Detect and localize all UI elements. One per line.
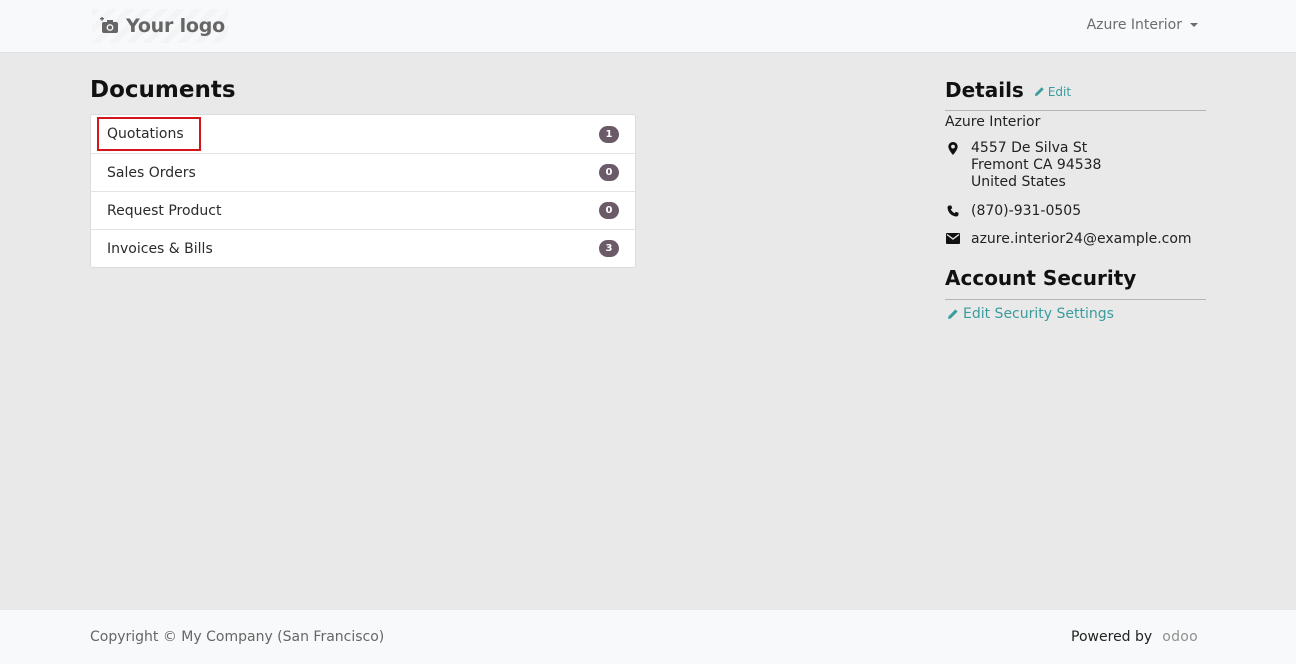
list-item-request-product[interactable]: Request Product 0 <box>91 191 635 229</box>
edit-security-settings-link[interactable]: Edit Security Settings <box>947 306 1114 322</box>
list-item-label: Quotations <box>107 126 184 142</box>
count-badge: 1 <box>599 125 619 143</box>
edit-label: Edit <box>1047 84 1072 99</box>
documents-list: Quotations 1 Sales Orders 0 Request Prod… <box>90 114 636 268</box>
edit-security-label: Edit Security Settings <box>963 306 1114 322</box>
list-item-label: Sales Orders <box>107 164 196 181</box>
map-marker-icon <box>948 142 958 155</box>
pencil-icon <box>1034 87 1044 97</box>
copyright-text: Copyright © My Company (San Francisco) <box>90 629 385 645</box>
envelope-icon <box>946 233 960 244</box>
company-logo[interactable]: Your logo <box>92 9 228 43</box>
footer: Copyright © My Company (San Francisco) P… <box>0 610 1296 664</box>
address-line: United States <box>971 174 1066 190</box>
list-item-label: Request Product <box>107 202 222 219</box>
caret-down-icon <box>1190 23 1198 27</box>
top-navbar: Your logo Azure Interior <box>0 0 1296 53</box>
logo-text: Your logo <box>126 15 225 37</box>
details-divider <box>945 110 1206 111</box>
email-address: azure.interior24@example.com <box>971 231 1192 247</box>
powered-by: Powered by odoo <box>1071 629 1198 645</box>
edit-details-link[interactable]: Edit <box>1034 85 1071 99</box>
list-item-sales-orders[interactable]: Sales Orders 0 <box>91 153 635 191</box>
phone-number: (870)-931-0505 <box>971 203 1082 219</box>
address-block: 4557 De Silva St Fremont CA 94538 United… <box>945 140 1101 191</box>
account-security-title: Account Security <box>945 266 1137 290</box>
company-name: Azure Interior <box>945 114 1041 130</box>
phone-icon <box>947 205 959 217</box>
count-badge: 0 <box>599 164 619 181</box>
count-badge: 0 <box>599 202 619 219</box>
list-item-label: Invoices & Bills <box>107 240 213 257</box>
phone-row: (870)-931-0505 <box>945 203 1081 219</box>
details-title: Details <box>945 78 1024 102</box>
documents-title: Documents <box>90 77 236 103</box>
count-badge: 3 <box>599 240 619 257</box>
user-menu-dropdown[interactable]: Azure Interior <box>1087 17 1198 33</box>
powered-by-label: Powered by <box>1071 629 1153 645</box>
address-line: Fremont CA 94538 <box>971 157 1102 173</box>
list-item-quotations[interactable]: Quotations 1 <box>91 115 635 153</box>
odoo-logo[interactable]: odoo <box>1162 629 1198 645</box>
address-line: 4557 De Silva St <box>971 140 1088 156</box>
pencil-icon <box>948 309 958 319</box>
camera-icon <box>100 17 118 33</box>
email-row: azure.interior24@example.com <box>945 231 1192 247</box>
security-divider <box>945 299 1206 300</box>
list-item-invoices-bills[interactable]: Invoices & Bills 3 <box>91 229 635 267</box>
user-menu-label: Azure Interior <box>1086 17 1182 33</box>
details-header: Details Edit <box>945 78 1071 102</box>
